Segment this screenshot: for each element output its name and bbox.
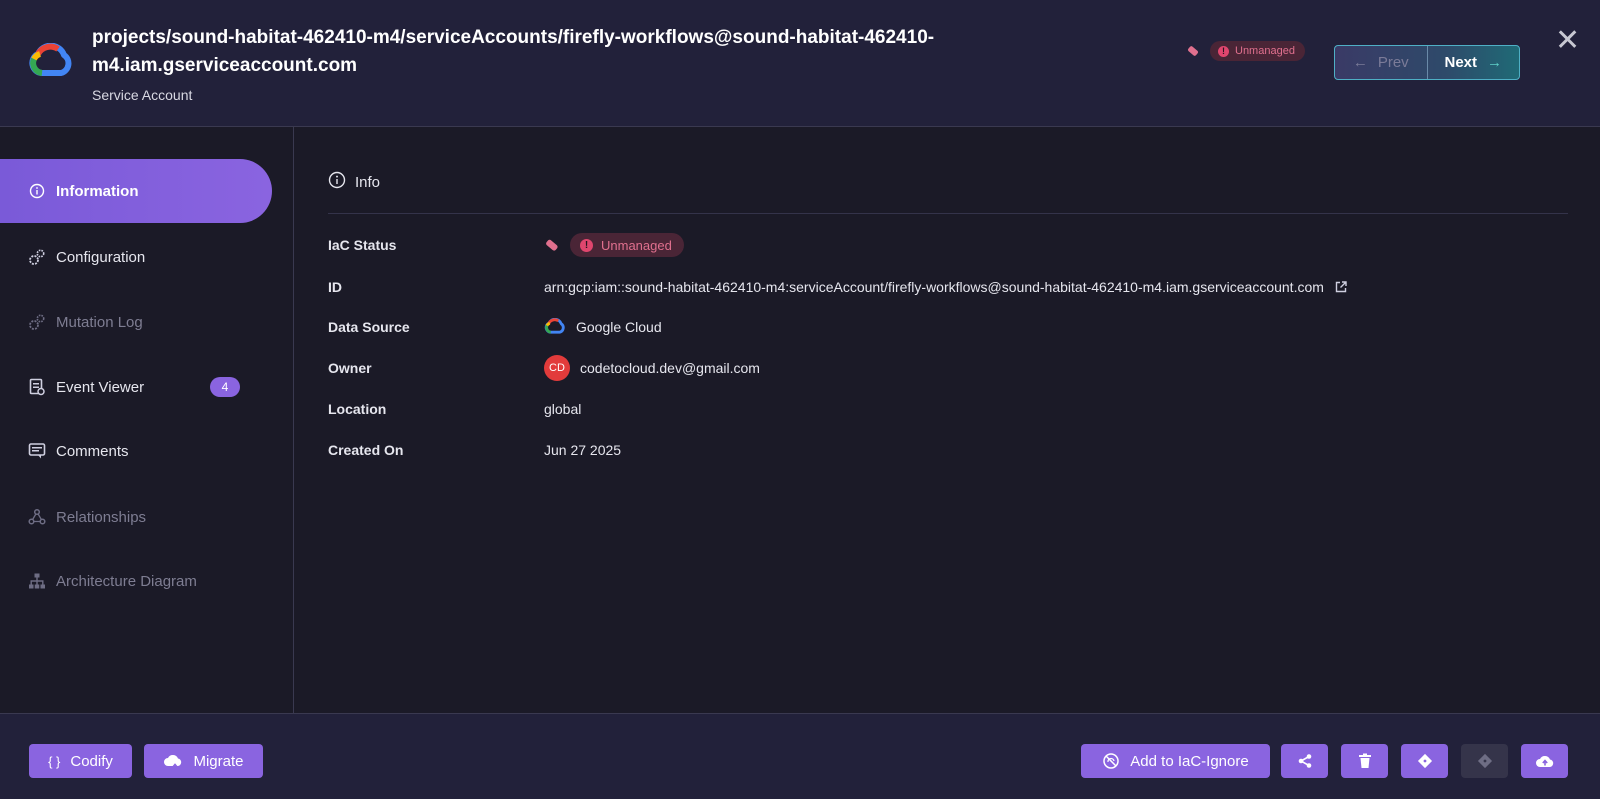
- divider: [328, 213, 1568, 214]
- cloud-upload-icon: [1535, 756, 1553, 767]
- iac-ignore-label: Add to IaC-Ignore: [1130, 752, 1249, 770]
- sidebar-item-label: Architecture Diagram: [56, 572, 197, 590]
- close-icon[interactable]: ✕: [1555, 26, 1580, 56]
- gears-icon: [28, 313, 46, 331]
- section-title: Info: [355, 173, 381, 191]
- share-icon: [1298, 754, 1311, 768]
- git-disabled-icon: [1477, 753, 1492, 769]
- field-label: IaC Status: [328, 237, 397, 253]
- share-button[interactable]: [1281, 744, 1328, 778]
- alert-icon: !: [1218, 45, 1229, 57]
- field-label: ID: [328, 279, 342, 295]
- code-braces-icon: { }: [48, 753, 61, 769]
- field-label: Data Source: [328, 319, 410, 335]
- cloud-migrate-icon: [164, 755, 182, 769]
- arrow-left-icon: ←: [1352, 54, 1368, 71]
- sidebar-item-relationships[interactable]: Relationships: [0, 485, 272, 549]
- sidebar-item-comments[interactable]: Comments: [0, 419, 272, 483]
- tag-icon: [546, 239, 558, 251]
- next-button[interactable]: Next →: [1428, 46, 1520, 79]
- trash-icon: [1358, 753, 1371, 768]
- avatar: CD: [544, 355, 570, 381]
- migrate-button[interactable]: Migrate: [144, 744, 263, 778]
- delete-button[interactable]: [1341, 744, 1388, 778]
- location-row: Location global: [328, 397, 1568, 421]
- sidebar-item-label: Mutation Log: [56, 313, 143, 331]
- comments-icon: [28, 442, 46, 460]
- prev-label: Prev: [1377, 54, 1409, 71]
- data-source-text: Google Cloud: [576, 319, 662, 335]
- sidebar-item-label: Event Viewer: [56, 378, 145, 396]
- gears-icon: [28, 248, 46, 266]
- unmanaged-badge: ! Unmanaged: [570, 233, 684, 257]
- next-label: Next: [1444, 54, 1477, 71]
- page-title: projects/sound-habitat-462410-m4/service…: [92, 27, 935, 76]
- prev-next-nav: ← Prev Next →: [1334, 45, 1520, 80]
- created-date-text: Jun 27 2025: [544, 442, 622, 458]
- iac-status-text: Unmanaged: [1235, 45, 1295, 57]
- owner-email: codetocloud.dev@gmail.com: [580, 360, 760, 376]
- sidebar-item-label: Comments: [56, 442, 129, 460]
- add-to-iac-ignore-button[interactable]: Add to IaC-Ignore: [1081, 744, 1270, 778]
- field-value: global: [544, 401, 581, 417]
- sidebar-item-information[interactable]: Information: [0, 159, 272, 223]
- relationships-icon: [28, 508, 46, 526]
- ignore-icon: [1103, 753, 1120, 769]
- field-label: Owner: [328, 360, 372, 376]
- external-link-icon[interactable]: [1334, 280, 1348, 294]
- footer-toolbar: { } Codify Migrate Add to IaC-Ignore: [0, 713, 1600, 799]
- event-count-badge: 4: [210, 377, 240, 397]
- field-value: CD codetocloud.dev@gmail.com: [544, 355, 760, 381]
- iac-status-row: IaC Status ! Unmanaged: [328, 233, 1568, 257]
- info-circle-icon: [328, 171, 346, 193]
- sidebar-item-label: Configuration: [56, 248, 146, 266]
- sitemap-icon: [28, 572, 46, 590]
- field-value: arn:gcp:iam::sound-habitat-462410-m4:ser…: [544, 279, 1348, 295]
- prev-button[interactable]: ← Prev: [1335, 46, 1428, 79]
- sidebar-item-configuration[interactable]: Configuration: [0, 225, 272, 289]
- migrate-label: Migrate: [193, 752, 244, 770]
- sidebar-item-label: Information: [56, 182, 139, 200]
- google-cloud-logo-icon: [29, 43, 72, 76]
- sidebar-item-architecture-diagram[interactable]: Architecture Diagram: [0, 549, 272, 613]
- resource-type-label: Service Account: [92, 87, 193, 103]
- field-label: Location: [328, 401, 387, 417]
- arrow-right-icon: →: [1487, 54, 1502, 71]
- sidebar-item-mutation-log[interactable]: Mutation Log: [0, 290, 272, 354]
- sidebar-item-label: Relationships: [56, 508, 147, 526]
- sidebar-item-event-viewer[interactable]: Event Viewer 4: [0, 355, 272, 419]
- codify-button[interactable]: { } Codify: [29, 744, 132, 778]
- owner-row: Owner CD codetocloud.dev@gmail.com: [328, 355, 1568, 381]
- cloud-upload-button[interactable]: [1521, 744, 1568, 778]
- location-text: global: [544, 401, 582, 417]
- info-circle-icon: [28, 182, 46, 200]
- sidebar: Information Configuration Mutation Log E…: [0, 127, 294, 713]
- created-on-row: Created On Jun 27 2025: [328, 438, 1568, 462]
- tag-icon: [1188, 46, 1198, 56]
- id-row: ID arn:gcp:iam::sound-habitat-462410-m4:…: [328, 275, 1568, 299]
- alert-icon: !: [580, 238, 593, 252]
- iac-status-badge: ! Unmanaged: [1210, 41, 1305, 61]
- data-source-row: Data Source Google Cloud: [328, 315, 1568, 339]
- google-cloud-icon: [544, 318, 565, 334]
- git-button[interactable]: [1401, 744, 1448, 778]
- git-pull-request-button[interactable]: [1461, 744, 1508, 778]
- codify-label: Codify: [70, 752, 113, 770]
- field-value: Google Cloud: [544, 318, 662, 336]
- git-icon: [1417, 753, 1432, 769]
- header: projects/sound-habitat-462410-m4/service…: [0, 0, 1600, 127]
- field-value: ! Unmanaged: [544, 233, 684, 257]
- section-header: Info: [328, 171, 380, 193]
- field-value: Jun 27 2025: [544, 442, 621, 458]
- event-viewer-icon: [28, 378, 46, 396]
- unmanaged-text: Unmanaged: [601, 237, 672, 253]
- resource-id-link[interactable]: arn:gcp:iam::sound-habitat-462410-m4:ser…: [544, 279, 1324, 295]
- field-label: Created On: [328, 442, 404, 458]
